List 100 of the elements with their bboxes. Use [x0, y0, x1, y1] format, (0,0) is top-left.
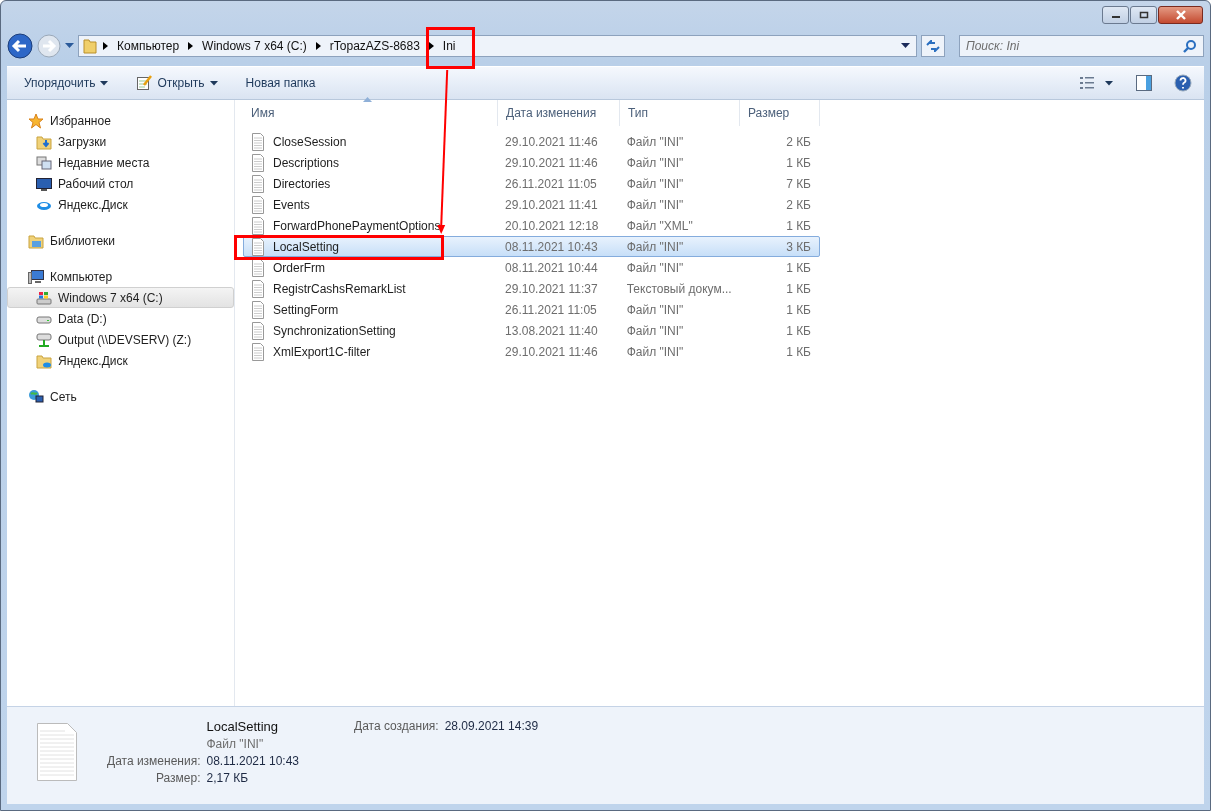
- field-label: Размер:: [154, 771, 201, 785]
- column-header[interactable]: Имя: [243, 100, 498, 126]
- type-cell-text: Файл "INI": [625, 176, 685, 191]
- breadcrumb[interactable]: rTopazAZS-8683: [326, 37, 423, 55]
- field-label: Дата изменения:: [107, 754, 201, 768]
- file-name: Directories: [273, 176, 331, 191]
- address-dropdown-icon[interactable]: [901, 43, 910, 49]
- file-name: LocalSetting: [273, 239, 340, 254]
- file-row[interactable]: Events 29.10.2021 11:41 Файл "INI" 2 КБ: [243, 194, 820, 215]
- sidebar-item[interactable]: Яндекс.Диск: [7, 350, 234, 371]
- sidebar-item[interactable]: Windows 7 x64 (C:): [7, 287, 234, 308]
- sidebar-group[interactable]: Библиотеки: [7, 230, 234, 251]
- sidebar-group[interactable]: Компьютер: [7, 266, 234, 287]
- sidebar-group[interactable]: Избранное: [7, 110, 234, 131]
- date-cell-text: 20.10.2021 12:18: [504, 218, 600, 233]
- sidebar-item[interactable]: Недавние места: [7, 152, 234, 173]
- file-name: RegistrCashsRemarkList: [273, 281, 406, 296]
- size-cell-text: 1 КБ: [785, 260, 812, 275]
- file-row[interactable]: Directories 26.11.2021 11:05 Файл "INI" 7 КБ: [243, 173, 820, 194]
- sidebar-item[interactable]: Яндекс.Диск: [7, 194, 234, 215]
- file-row[interactable]: SettingForm 26.11.2021 11:05 Файл "INI" 1 КБ: [243, 299, 820, 320]
- file-name: SettingForm: [273, 302, 339, 317]
- size-cell-text: 2 КБ: [785, 134, 812, 149]
- search-field[interactable]: Поиск: Ini: [959, 35, 1204, 57]
- back-button[interactable]: [7, 33, 33, 59]
- file-icon: [250, 174, 266, 193]
- chevron-icon: [103, 42, 108, 50]
- close-icon: [1174, 10, 1187, 20]
- file-icon: [250, 195, 266, 214]
- size-cell-text: 2 КБ: [785, 197, 812, 212]
- file-icon: [250, 132, 266, 151]
- sidebar-item[interactable]: Data (D:): [7, 308, 234, 329]
- file-name: OrderFrm: [273, 260, 325, 275]
- file-row[interactable]: ForwardPhonePaymentOptions 20.10.2021 12:18 Файл "XML" 1 КБ: [243, 215, 820, 236]
- close-button[interactable]: [1158, 6, 1203, 24]
- file-name: SynchronizationSetting: [273, 323, 396, 338]
- libraries-icon: [28, 232, 44, 249]
- history-dropdown-icon[interactable]: [65, 43, 74, 49]
- field-value: 2,17 КБ: [206, 771, 250, 785]
- refresh-button[interactable]: [921, 35, 945, 57]
- file-icon: [250, 342, 266, 361]
- minimize-button[interactable]: [1102, 6, 1129, 24]
- date-cell-text: 29.10.2021 11:46: [504, 134, 599, 149]
- file-icon: [250, 279, 266, 298]
- type-cell-text: Файл "INI": [625, 155, 685, 170]
- breadcrumb[interactable]: Windows 7 x64 (C:): [199, 37, 310, 55]
- folder-icon: [83, 38, 97, 54]
- caret-icon: [209, 80, 218, 86]
- size-cell-text: 1 КБ: [785, 344, 812, 359]
- type-cell-text: Файл "INI": [625, 134, 685, 149]
- address-bar[interactable]: Компьютер Windows 7 x64 (C:) rTopazAZS-8683 Ini: [78, 35, 917, 57]
- size-cell-text: 1 КБ: [785, 281, 812, 296]
- star-icon: [28, 112, 44, 129]
- size-cell-text: 7 КБ: [785, 176, 812, 191]
- date-cell-text: 29.10.2021 11:46: [504, 344, 599, 359]
- file-row[interactable]: SynchronizationSetting 13.08.2021 11:40 Файл "INI" 1 КБ: [243, 320, 820, 341]
- file-row[interactable]: XmlExport1C-filter 29.10.2021 11:46 Файл "INI" 1 КБ: [243, 341, 820, 362]
- sidebar-group[interactable]: Сеть: [7, 386, 234, 407]
- file-name: CloseSession: [273, 134, 347, 149]
- maximize-button[interactable]: [1130, 6, 1157, 24]
- file-name: LocalSetting: [206, 719, 280, 734]
- file-row[interactable]: RegistrCashsRemarkList 29.10.2021 11:37 Текстовый докум... 1 КБ: [243, 278, 820, 299]
- file-icon: [250, 216, 266, 235]
- file-icon: [250, 237, 266, 256]
- size-cell-text: 1 КБ: [785, 302, 812, 317]
- organize-menu-button[interactable]: Упорядочить: [19, 72, 114, 94]
- preview-pane-button[interactable]: [1136, 75, 1152, 91]
- date-cell-text: 08.11.2021 10:43: [504, 239, 599, 254]
- sidebar-item[interactable]: Output (\\DEVSERV) (Z:): [7, 329, 234, 350]
- file-row[interactable]: LocalSetting 08.11.2021 10:43 Файл "INI" 3 КБ: [243, 236, 820, 257]
- type-cell-text: Файл "INI": [625, 344, 685, 359]
- column-header[interactable]: Тип: [620, 100, 740, 126]
- sidebar-item[interactable]: Загрузки: [7, 131, 234, 152]
- desktop-icon: [36, 175, 52, 192]
- type-cell-text: Файл "XML": [625, 218, 694, 233]
- breadcrumb[interactable]: Ini: [439, 37, 459, 55]
- chevron-icon: [188, 42, 194, 50]
- column-header[interactable]: Дата изменения: [498, 100, 620, 126]
- breadcrumb[interactable]: Компьютер: [114, 37, 183, 55]
- type-cell-text: Текстовый докум...: [625, 281, 733, 296]
- document-thumbnail-icon: [37, 723, 77, 781]
- type-cell-text: Файл "INI": [625, 197, 685, 212]
- toolbar-button[interactable]: Новая папка: [240, 72, 321, 94]
- date-cell-text: 26.11.2021 11:05: [504, 302, 598, 317]
- computer-icon: [28, 268, 44, 285]
- file-row[interactable]: CloseSession 29.10.2021 11:46 Файл "INI" 2 КБ: [243, 131, 820, 152]
- column-header[interactable]: Размер: [740, 100, 820, 126]
- system-drive-icon: [36, 289, 52, 306]
- field-value: 28.09.2021 14:39: [444, 719, 539, 733]
- open-button[interactable]: Открыть: [131, 71, 223, 95]
- date-cell-text: 29.10.2021 11:46: [504, 155, 599, 170]
- date-cell-text: 29.10.2021 11:37: [504, 281, 599, 296]
- sidebar-item[interactable]: Рабочий стол: [7, 173, 234, 194]
- chevron-icon: [428, 42, 434, 50]
- file-row[interactable]: Descriptions 29.10.2021 11:46 Файл "INI" 1 КБ: [243, 152, 820, 173]
- help-button[interactable]: [1174, 74, 1192, 92]
- type-cell-text: Файл "INI": [625, 239, 685, 254]
- view-options-button[interactable]: [1080, 76, 1114, 90]
- file-row[interactable]: OrderFrm 08.11.2021 10:44 Файл "INI" 1 КБ: [243, 257, 820, 278]
- notepad-icon: [136, 75, 153, 91]
